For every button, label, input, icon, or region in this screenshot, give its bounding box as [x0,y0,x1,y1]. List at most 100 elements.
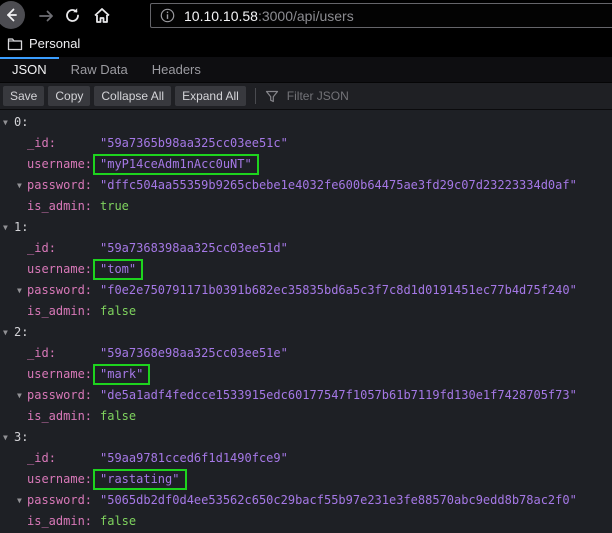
username-row: username rastating [0,469,612,490]
password-key: password [27,385,92,406]
back-arrow-icon [3,7,19,23]
id-key: _id [27,448,56,469]
collapse-arrow-icon[interactable]: ▼ [17,280,22,301]
json-viewer-tabbar: JSON Raw Data Headers [0,57,612,83]
tab-raw-data[interactable]: Raw Data [59,57,140,82]
password-key: password [27,280,92,301]
is-admin-key: is_admin [27,301,92,322]
expand-all-button[interactable]: Expand All [175,86,246,106]
entry-header-row: ▼ 1 [0,217,612,238]
password-row: ▼ password 5065db2df0d4ee53562c650c29bac… [0,490,612,511]
username-row: username mark [0,364,612,385]
id-row: _id 59aa9781cced6f1d1490fce9 [0,448,612,469]
site-info-icon[interactable] [160,8,175,23]
json-viewer-toolbar: Save Copy Collapse All Expand All [0,83,612,110]
back-button[interactable] [0,1,25,29]
url-path: :3000/api/users [258,8,354,24]
is-admin-row: is_admin false [0,301,612,322]
password-row: ▼ password dffc504aa55359b9265cbebe1e403… [0,175,612,196]
username-key: username [27,364,92,385]
collapse-arrow-icon[interactable]: ▼ [17,385,22,406]
forward-button[interactable] [37,7,54,24]
id-row: _id 59a7365b98aa325cc03ee51c [0,133,612,154]
save-button[interactable]: Save [3,86,44,106]
url-bar[interactable]: 10.10.10.58:3000/api/users [150,3,612,28]
is-admin-row: is_admin false [0,511,612,532]
is-admin-value: false [100,406,136,427]
is-admin-row: is_admin true [0,196,612,217]
entry-index: 0 [14,112,28,133]
id-row: _id 59a7368e98aa325cc03ee51e [0,343,612,364]
username-value-highlighted: mark [93,364,150,385]
collapse-arrow-icon[interactable]: ▼ [3,322,8,343]
username-row: username tom [0,259,612,280]
filter-json-input[interactable] [285,88,509,104]
password-value: f0e2e750791171b0391b682ec35835bd6a5c3f7c… [100,280,577,301]
password-row: ▼ password de5a1adf4fedcce1533915edc6017… [0,385,612,406]
is-admin-key: is_admin [27,196,92,217]
json-entry: ▼ 0 _id 59a7365b98aa325cc03ee51c usernam… [0,112,612,217]
is-admin-key: is_admin [27,511,92,532]
username-value-highlighted: rastating [93,469,187,490]
username-key: username [27,259,92,280]
username-key: username [27,469,92,490]
json-tree: ▼ 0 _id 59a7365b98aa325cc03ee51c usernam… [0,110,612,533]
password-value: dffc504aa55359b9265cbebe1e4032fe600b6447… [100,175,577,196]
is-admin-key: is_admin [27,406,92,427]
bookmarks-toolbar: Personal [0,30,612,57]
entry-header-row: ▼ 2 [0,322,612,343]
entry-index: 3 [14,427,28,448]
browser-navbar: 10.10.10.58:3000/api/users [0,0,612,30]
username-row: username myP14ceAdm1nAcc0uNT [0,154,612,175]
username-value-highlighted: tom [93,259,143,280]
json-entry: ▼ 1 _id 59a7368398aa325cc03ee51d usernam… [0,217,612,322]
password-key: password [27,490,92,511]
id-key: _id [27,343,56,364]
home-button[interactable] [93,7,110,24]
is-admin-value: false [100,301,136,322]
id-row: _id 59a7368398aa325cc03ee51d [0,238,612,259]
url-text: 10.10.10.58:3000/api/users [184,8,354,24]
is-admin-row: is_admin false [0,406,612,427]
collapse-arrow-icon[interactable]: ▼ [3,427,8,448]
refresh-button[interactable] [64,7,81,24]
folder-icon [7,37,23,51]
password-value: de5a1adf4fedcce1533915edc60177547f1057b6… [100,385,577,406]
id-value: 59a7368398aa325cc03ee51d [100,238,288,259]
json-entry: ▼ 3 _id 59aa9781cced6f1d1490fce9 usernam… [0,427,612,532]
password-row: ▼ password f0e2e750791171b0391b682ec3583… [0,280,612,301]
id-value: 59a7368e98aa325cc03ee51e [100,343,288,364]
is-admin-value: false [100,511,136,532]
collapse-arrow-icon[interactable]: ▼ [17,490,22,511]
entry-index: 2 [14,322,28,343]
id-key: _id [27,133,56,154]
filter-funnel-icon [265,90,279,103]
collapse-arrow-icon[interactable]: ▼ [17,175,22,196]
id-key: _id [27,238,56,259]
refresh-icon [64,7,81,24]
password-value: 5065db2df0d4ee53562c650c29bacf55b97e231e… [100,490,577,511]
collapse-arrow-icon[interactable]: ▼ [3,217,8,238]
filter-json-wrap [265,88,509,104]
collapse-all-button[interactable]: Collapse All [94,86,171,106]
is-admin-value: true [100,196,129,217]
bookmark-label: Personal [29,36,80,51]
entry-header-row: ▼ 3 [0,427,612,448]
bookmark-folder-personal[interactable]: Personal [7,36,80,51]
collapse-arrow-icon[interactable]: ▼ [3,112,8,133]
home-icon [93,7,111,24]
entry-index: 1 [14,217,28,238]
forward-arrow-icon [38,8,54,24]
id-value: 59a7365b98aa325cc03ee51c [100,133,288,154]
url-host: 10.10.10.58 [184,8,258,24]
json-entry: ▼ 2 _id 59a7368e98aa325cc03ee51e usernam… [0,322,612,427]
entry-header-row: ▼ 0 [0,112,612,133]
tab-json[interactable]: JSON [0,57,59,82]
tab-headers[interactable]: Headers [140,57,213,82]
toolbar-separator [255,88,256,104]
copy-button[interactable]: Copy [48,86,90,106]
password-key: password [27,175,92,196]
username-key: username [27,154,92,175]
username-value-highlighted: myP14ceAdm1nAcc0uNT [93,154,259,175]
id-value: 59aa9781cced6f1d1490fce9 [100,448,288,469]
